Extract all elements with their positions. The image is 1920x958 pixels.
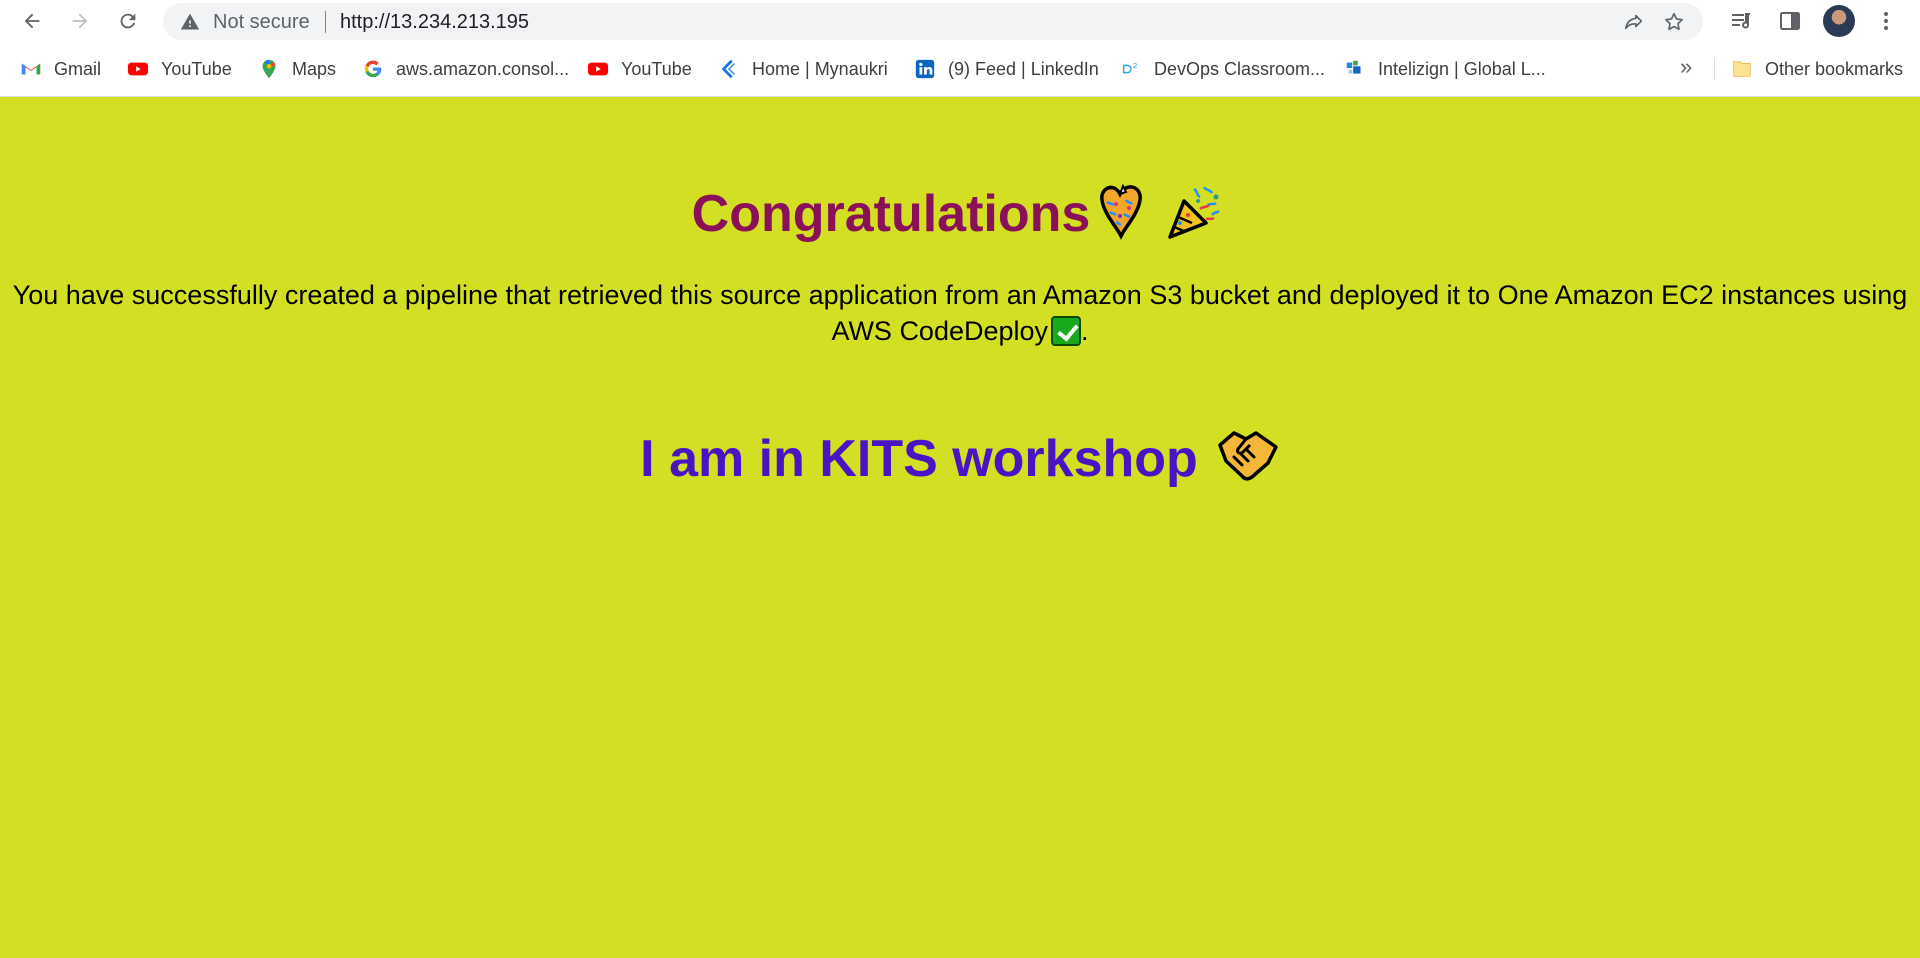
linkedin-icon — [914, 58, 936, 80]
bookmarks-overflow-button[interactable]: » — [1680, 54, 1692, 80]
side-panel-icon[interactable] — [1778, 9, 1802, 33]
reload-button[interactable] — [112, 5, 144, 37]
bookmark-label: Gmail — [54, 58, 102, 79]
mynaukri-icon — [718, 58, 740, 80]
bookmark-aws-console[interactable]: aws.amazon.consol... — [362, 56, 569, 82]
devops-icon: 2 — [1120, 58, 1142, 80]
workshop-heading-text: I am in KITS workshop — [640, 430, 1198, 489]
address-bar[interactable]: Not secure http://13.234.213.195 — [163, 3, 1703, 40]
bookmark-gmail[interactable]: Gmail — [20, 56, 101, 82]
bookmark-label: Maps — [292, 58, 337, 79]
handshake-icon — [1216, 427, 1280, 498]
congratulations-heading: Congratulations — [0, 179, 1920, 256]
bookmark-star-icon[interactable] — [1663, 11, 1685, 33]
youtube-icon — [587, 58, 609, 80]
bookmark-linkedin[interactable]: (9) Feed | LinkedIn — [914, 56, 1099, 82]
youtube-icon — [127, 58, 149, 80]
party-popper-icon — [1164, 179, 1228, 256]
workshop-heading: I am in KITS workshop — [0, 427, 1920, 498]
bookmark-label: DevOps Classroom... — [1154, 58, 1326, 79]
bookmark-devops-classroom[interactable]: 2 DevOps Classroom... — [1120, 56, 1325, 82]
bookmark-label: Home | Mynaukri — [752, 58, 888, 79]
back-arrow-icon — [24, 13, 40, 29]
reload-icon — [120, 13, 136, 29]
forward-button[interactable] — [64, 5, 96, 37]
media-control-icon[interactable] — [1729, 9, 1753, 33]
security-label[interactable]: Not secure — [213, 11, 310, 34]
bookmark-intelizign[interactable]: Intelizign | Global L... — [1344, 56, 1546, 82]
success-message-text: You have successfully created a pipeline… — [12, 280, 1908, 346]
success-message-period: . — [1081, 316, 1089, 346]
party-hat-icon — [1096, 180, 1158, 255]
svg-text:2: 2 — [1133, 61, 1138, 70]
bookmark-youtube-2[interactable]: YouTube — [587, 56, 692, 82]
maps-icon — [258, 58, 280, 80]
warning-icon — [180, 13, 200, 30]
bookmark-label: Intelizign | Global L... — [1378, 58, 1546, 79]
gmail-icon — [20, 58, 42, 80]
other-bookmarks-label: Other bookmarks — [1765, 58, 1904, 79]
browser-toolbar: Not secure http://13.234.213.195 — [0, 0, 1920, 43]
back-button[interactable] — [16, 5, 48, 37]
bookmarks-divider — [1714, 58, 1715, 80]
menu-dots-icon[interactable] — [1874, 9, 1898, 33]
bookmark-label: YouTube — [161, 58, 232, 79]
success-message: You have successfully created a pipeline… — [0, 277, 1920, 349]
bookmark-label: YouTube — [621, 58, 692, 79]
bookmarks-bar: Gmail YouTube Maps aws.amazon.consol... … — [0, 52, 1920, 86]
heading-text: Congratulations — [691, 185, 1091, 244]
forward-arrow-icon — [72, 13, 88, 29]
page-content: Congratulations You have successfully cr… — [0, 97, 1920, 958]
bookmark-label: aws.amazon.consol... — [396, 58, 570, 79]
url-text[interactable]: http://13.234.213.195 — [340, 11, 529, 34]
intelizign-icon — [1344, 58, 1366, 80]
other-bookmarks-folder[interactable]: Other bookmarks — [1731, 56, 1903, 82]
share-icon[interactable] — [1623, 11, 1645, 33]
profile-avatar[interactable] — [1823, 5, 1855, 37]
google-icon — [362, 58, 384, 80]
check-mark-icon — [1051, 316, 1082, 346]
folder-icon — [1731, 58, 1753, 80]
bookmark-maps[interactable]: Maps — [258, 56, 336, 82]
bookmark-mynaukri[interactable]: Home | Mynaukri — [718, 56, 888, 82]
browser-chrome: Not secure http://13.234.213.195 Gmail Y… — [0, 0, 1920, 97]
bookmark-label: (9) Feed | LinkedIn — [948, 58, 1099, 79]
bookmark-youtube[interactable]: YouTube — [127, 56, 232, 82]
address-divider — [325, 11, 326, 33]
